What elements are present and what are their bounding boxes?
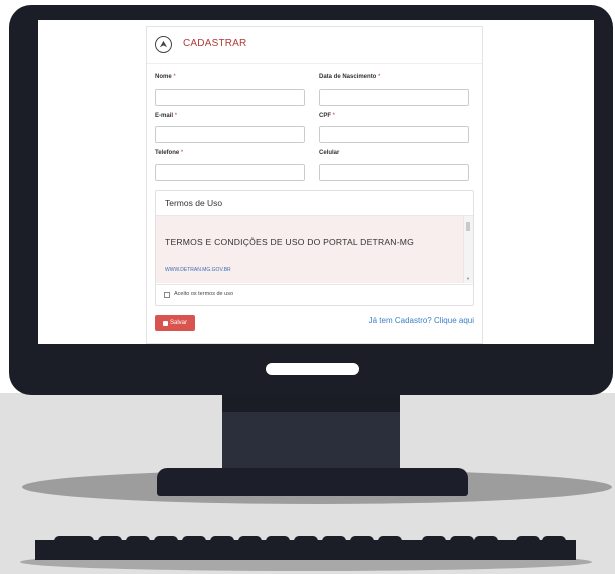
terms-footer: Aceito os termos de uso	[156, 284, 473, 305]
email-label: E-mail *	[155, 113, 178, 119]
terms-header: Termos de Uso	[156, 191, 473, 216]
nome-input[interactable]	[155, 89, 305, 106]
terms-panel: Termos de Uso TERMOS E CONDIÇÕES DE USO …	[155, 190, 474, 306]
telefone-label: Telefone *	[155, 150, 184, 156]
scrollbar-thumb[interactable]	[466, 222, 470, 231]
celular-input[interactable]	[319, 164, 469, 181]
monitor-screen: CADASTRAR Nome * Data de Nascimento * E-…	[38, 20, 594, 344]
scroll-down-icon[interactable]: ▼	[466, 277, 470, 281]
card-header: CADASTRAR	[147, 27, 482, 64]
monitor-power-button	[266, 363, 359, 375]
save-button[interactable]: Salvar	[155, 315, 195, 331]
nascimento-label: Data de Nascimento *	[319, 74, 381, 80]
detran-logo-icon	[155, 36, 172, 53]
telefone-input[interactable]	[155, 164, 305, 181]
accept-terms-label: Aceito os termos de uso	[174, 291, 234, 297]
cpf-label: CPF *	[319, 113, 336, 119]
register-card: CADASTRAR Nome * Data de Nascimento * E-…	[146, 26, 483, 344]
login-link[interactable]: Já tem Cadastro? Clique aqui	[369, 316, 474, 325]
terms-scrollbar[interactable]: ▼	[463, 216, 473, 283]
detran-website-link[interactable]: WWW.DETRAN.MG.GOV.BR	[165, 267, 231, 273]
card-title: CADASTRAR	[183, 38, 247, 49]
nome-label: Nome *	[155, 74, 176, 80]
save-button-label: Salvar	[169, 320, 187, 326]
email-input[interactable]	[155, 126, 305, 143]
nascimento-input[interactable]	[319, 89, 469, 106]
terms-content: TERMOS E CONDIÇÕES DE USO DO PORTAL DETR…	[156, 216, 463, 283]
save-icon	[162, 320, 168, 326]
cpf-input[interactable]	[319, 126, 469, 143]
terms-heading: TERMOS E CONDIÇÕES DE USO DO PORTAL DETR…	[165, 237, 415, 247]
celular-label: Celular	[319, 150, 340, 156]
accept-terms-checkbox[interactable]	[164, 292, 170, 298]
monitor-base	[157, 468, 468, 496]
terms-title: Termos de Uso	[165, 198, 223, 208]
